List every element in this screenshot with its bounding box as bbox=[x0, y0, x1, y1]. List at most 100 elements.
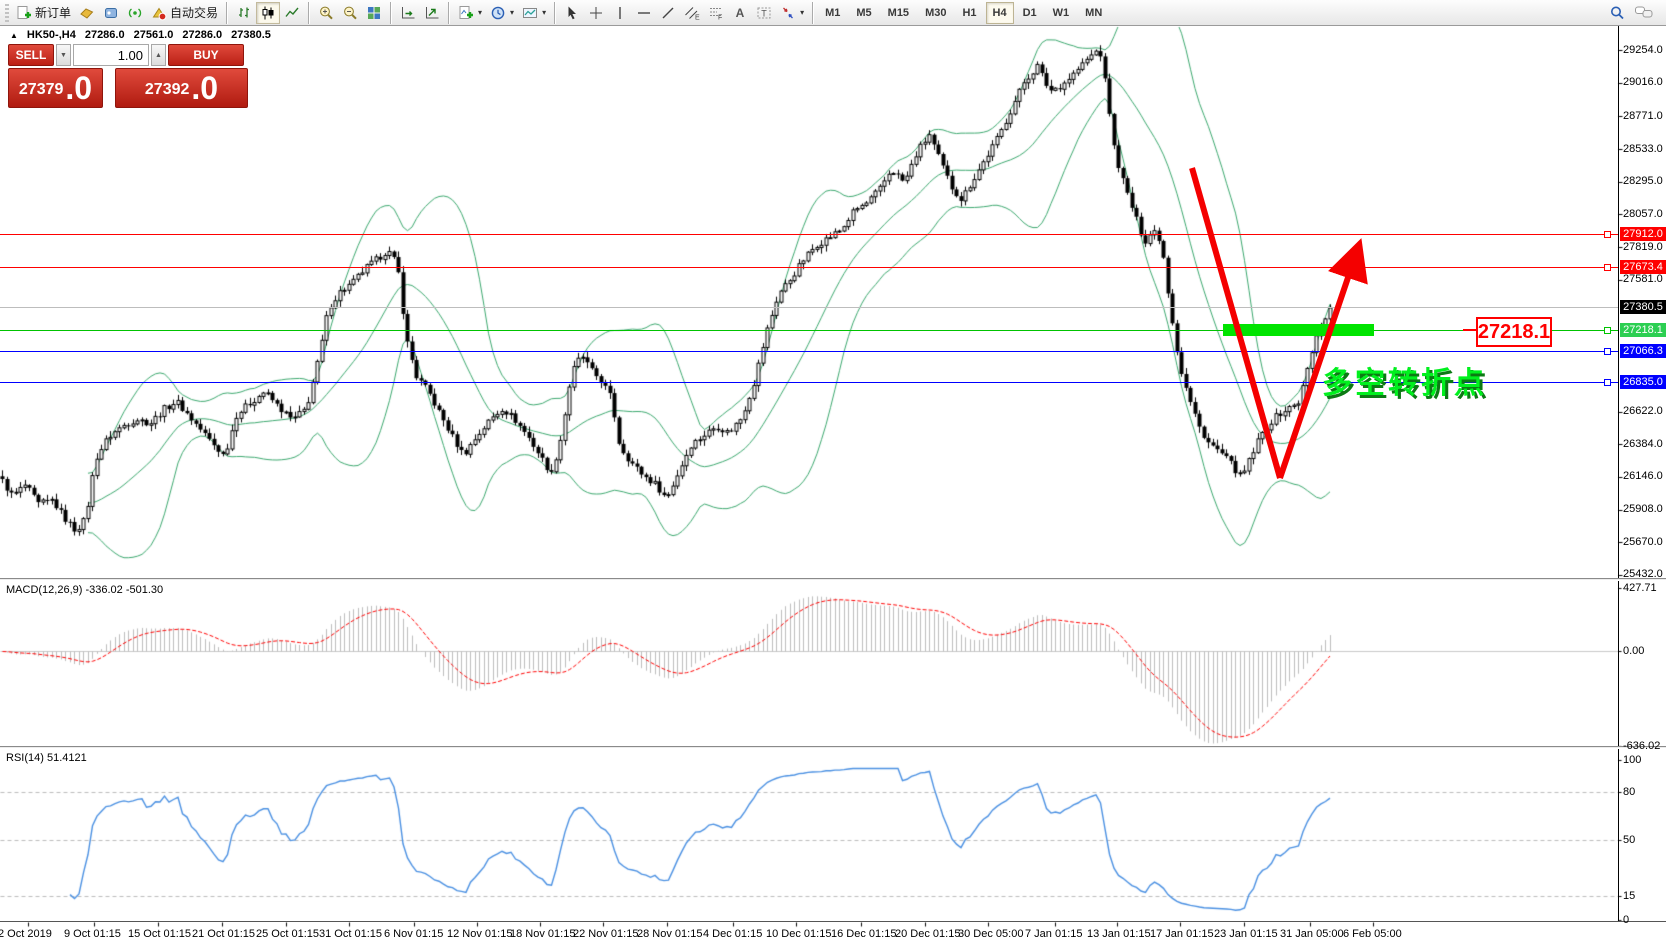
market-watch-button[interactable] bbox=[75, 2, 99, 24]
time-axis-label[interactable]: 15 Oct 01:15 bbox=[128, 928, 191, 940]
price-axis-tick[interactable]: 29254.0 bbox=[1623, 44, 1665, 56]
time-axis-label[interactable]: 4 Dec 01:15 bbox=[703, 928, 762, 940]
chart-macd-divider[interactable] bbox=[0, 578, 1666, 581]
timeframe-m30[interactable]: M30 bbox=[918, 2, 953, 24]
arrows-tool-button[interactable]: ▾ bbox=[776, 2, 808, 24]
time-axis-label[interactable]: 22 Nov 01:15 bbox=[573, 928, 638, 940]
time-axis-label[interactable]: 25 Oct 01:15 bbox=[256, 928, 319, 940]
time-axis-label[interactable]: 13 Jan 01:15 bbox=[1087, 928, 1151, 940]
macd-axis-tick[interactable]: 427.71 bbox=[1623, 582, 1665, 594]
sell-button[interactable]: SELL bbox=[8, 44, 54, 66]
periods-button[interactable]: ▾ bbox=[486, 2, 518, 24]
rsi-axis-tick[interactable]: 15 bbox=[1623, 890, 1665, 902]
rsi-axis-tick[interactable]: 100 bbox=[1623, 754, 1665, 766]
buy-button[interactable]: BUY bbox=[168, 44, 244, 66]
price-axis-tick[interactable]: 25432.0 bbox=[1623, 568, 1665, 580]
timeframe-h1[interactable]: H1 bbox=[955, 2, 983, 24]
templates-button[interactable]: ▾ bbox=[518, 2, 550, 24]
price-axis-tick[interactable]: 26622.0 bbox=[1623, 405, 1665, 417]
price-callout-box[interactable]: 27218.1 bbox=[1476, 317, 1552, 347]
time-axis-label[interactable]: 17 Jan 01:15 bbox=[1150, 928, 1214, 940]
timeframe-m15[interactable]: M15 bbox=[881, 2, 916, 24]
price-axis-tick[interactable]: 28771.0 bbox=[1623, 110, 1665, 122]
timeframe-h4[interactable]: H4 bbox=[985, 1, 1014, 24]
time-axis-label[interactable]: 23 Jan 01:15 bbox=[1214, 928, 1278, 940]
time-axis-label[interactable]: 31 Oct 01:15 bbox=[319, 928, 382, 940]
trendline-tool-button[interactable] bbox=[656, 2, 680, 24]
volume-input[interactable] bbox=[73, 44, 149, 66]
time-axis-label[interactable]: 21 Oct 01:15 bbox=[192, 928, 255, 940]
horizontal-line-tool-button[interactable] bbox=[632, 2, 656, 24]
price-axis-tick[interactable]: 29016.0 bbox=[1623, 76, 1665, 88]
trend-arrows[interactable] bbox=[0, 0, 1666, 947]
toolbar-grip[interactable] bbox=[5, 3, 9, 22]
price-axis-tick[interactable]: 28295.0 bbox=[1623, 175, 1665, 187]
indicators-icon bbox=[458, 5, 474, 21]
line-chart-mode-button[interactable] bbox=[280, 2, 304, 24]
search-icon[interactable] bbox=[1608, 4, 1626, 22]
crosshair-tool-button[interactable] bbox=[584, 2, 608, 24]
cursor-tool-button[interactable] bbox=[560, 2, 584, 24]
rsi-axis-tick[interactable]: 0 bbox=[1623, 914, 1665, 926]
down-arrow[interactable] bbox=[1189, 167, 1283, 479]
chart-shift-button[interactable] bbox=[420, 2, 444, 24]
data-window-button[interactable] bbox=[99, 2, 123, 24]
text-tool-button[interactable]: A bbox=[728, 2, 752, 24]
time-axis-label[interactable]: 10 Dec 01:15 bbox=[766, 928, 831, 940]
time-axis-label[interactable]: 31 Jan 05:00 bbox=[1280, 928, 1344, 940]
time-axis-label[interactable]: 18 Nov 01:15 bbox=[510, 928, 575, 940]
price-axis-tick[interactable]: 27581.0 bbox=[1623, 273, 1665, 285]
timeframe-d1[interactable]: D1 bbox=[1016, 2, 1044, 24]
collapse-triangle-icon[interactable]: ▲ bbox=[10, 31, 18, 40]
time-axis-label[interactable]: 2 Oct 2019 bbox=[0, 928, 52, 940]
quote-open: 27286.0 bbox=[84, 29, 125, 41]
macd-axis-tick[interactable]: 0.00 bbox=[1623, 645, 1665, 657]
zoom-out-button[interactable] bbox=[338, 2, 362, 24]
time-axis-label[interactable]: 12 Nov 01:15 bbox=[447, 928, 512, 940]
timeframe-m5[interactable]: M5 bbox=[849, 2, 878, 24]
time-axis-label[interactable]: 7 Jan 01:15 bbox=[1025, 928, 1083, 940]
price-axis-tick[interactable]: 25908.0 bbox=[1623, 503, 1665, 515]
sell-price-display[interactable]: 27379 .0 bbox=[8, 68, 103, 108]
time-axis-label[interactable]: 6 Feb 05:00 bbox=[1343, 928, 1402, 940]
signal-icon bbox=[127, 5, 143, 21]
vertical-line-tool-button[interactable] bbox=[608, 2, 632, 24]
new-order-button[interactable]: 新订单 bbox=[12, 2, 75, 24]
time-axis-label[interactable]: 20 Dec 01:15 bbox=[895, 928, 960, 940]
channel-tool-button[interactable]: E bbox=[680, 2, 704, 24]
price-axis-tick[interactable]: 26384.0 bbox=[1623, 438, 1665, 450]
volume-decrease-button[interactable]: ▼ bbox=[56, 44, 71, 66]
chat-icon[interactable] bbox=[1634, 4, 1656, 22]
auto-scroll-button[interactable] bbox=[396, 2, 420, 24]
auto-trading-button[interactable]: 自动交易 bbox=[147, 2, 222, 24]
price-axis-tick[interactable]: 28057.0 bbox=[1623, 208, 1665, 220]
time-axis-label[interactable]: 6 Nov 01:15 bbox=[384, 928, 443, 940]
rsi-axis-tick[interactable]: 50 bbox=[1623, 834, 1665, 846]
signals-button[interactable] bbox=[123, 2, 147, 24]
macd-rsi-divider[interactable] bbox=[0, 746, 1666, 749]
time-axis-label[interactable]: 30 Dec 05:00 bbox=[958, 928, 1023, 940]
zoom-in-button[interactable] bbox=[314, 2, 338, 24]
timeframe-w1[interactable]: W1 bbox=[1046, 2, 1077, 24]
price-axis-tick[interactable]: 27819.0 bbox=[1623, 241, 1665, 253]
rsi-axis-tick[interactable]: 80 bbox=[1623, 786, 1665, 798]
bar-chart-mode-button[interactable] bbox=[232, 2, 256, 24]
macd-axis-tick[interactable]: -636.02 bbox=[1623, 740, 1665, 752]
price-axis-tick[interactable]: 28533.0 bbox=[1623, 143, 1665, 155]
text-label-tool-button[interactable]: T bbox=[752, 2, 776, 24]
buy-price-display[interactable]: 27392 .0 bbox=[115, 68, 248, 108]
time-axis-label[interactable]: 16 Dec 01:15 bbox=[831, 928, 896, 940]
timeframe-m1[interactable]: M1 bbox=[818, 2, 847, 24]
volume-increase-button[interactable]: ▲ bbox=[151, 44, 166, 66]
time-axis-label[interactable]: 28 Nov 01:15 bbox=[637, 928, 702, 940]
candlestick-mode-button[interactable] bbox=[256, 1, 281, 24]
price-axis-tick[interactable]: 26146.0 bbox=[1623, 470, 1665, 482]
tile-windows-button[interactable] bbox=[362, 2, 386, 24]
indicators-button[interactable]: ▾ bbox=[454, 2, 486, 24]
pivot-annotation-text[interactable]: 多空转折点 bbox=[1322, 358, 1487, 402]
quote-bar[interactable]: ▲ HK50-,H4 27286.0 27561.0 27286.0 27380… bbox=[10, 29, 271, 41]
price-axis-tick[interactable]: 25670.0 bbox=[1623, 536, 1665, 548]
timeframe-mn[interactable]: MN bbox=[1078, 2, 1109, 24]
fibonacci-tool-button[interactable]: F bbox=[704, 2, 728, 24]
time-axis-label[interactable]: 9 Oct 01:15 bbox=[64, 928, 121, 940]
